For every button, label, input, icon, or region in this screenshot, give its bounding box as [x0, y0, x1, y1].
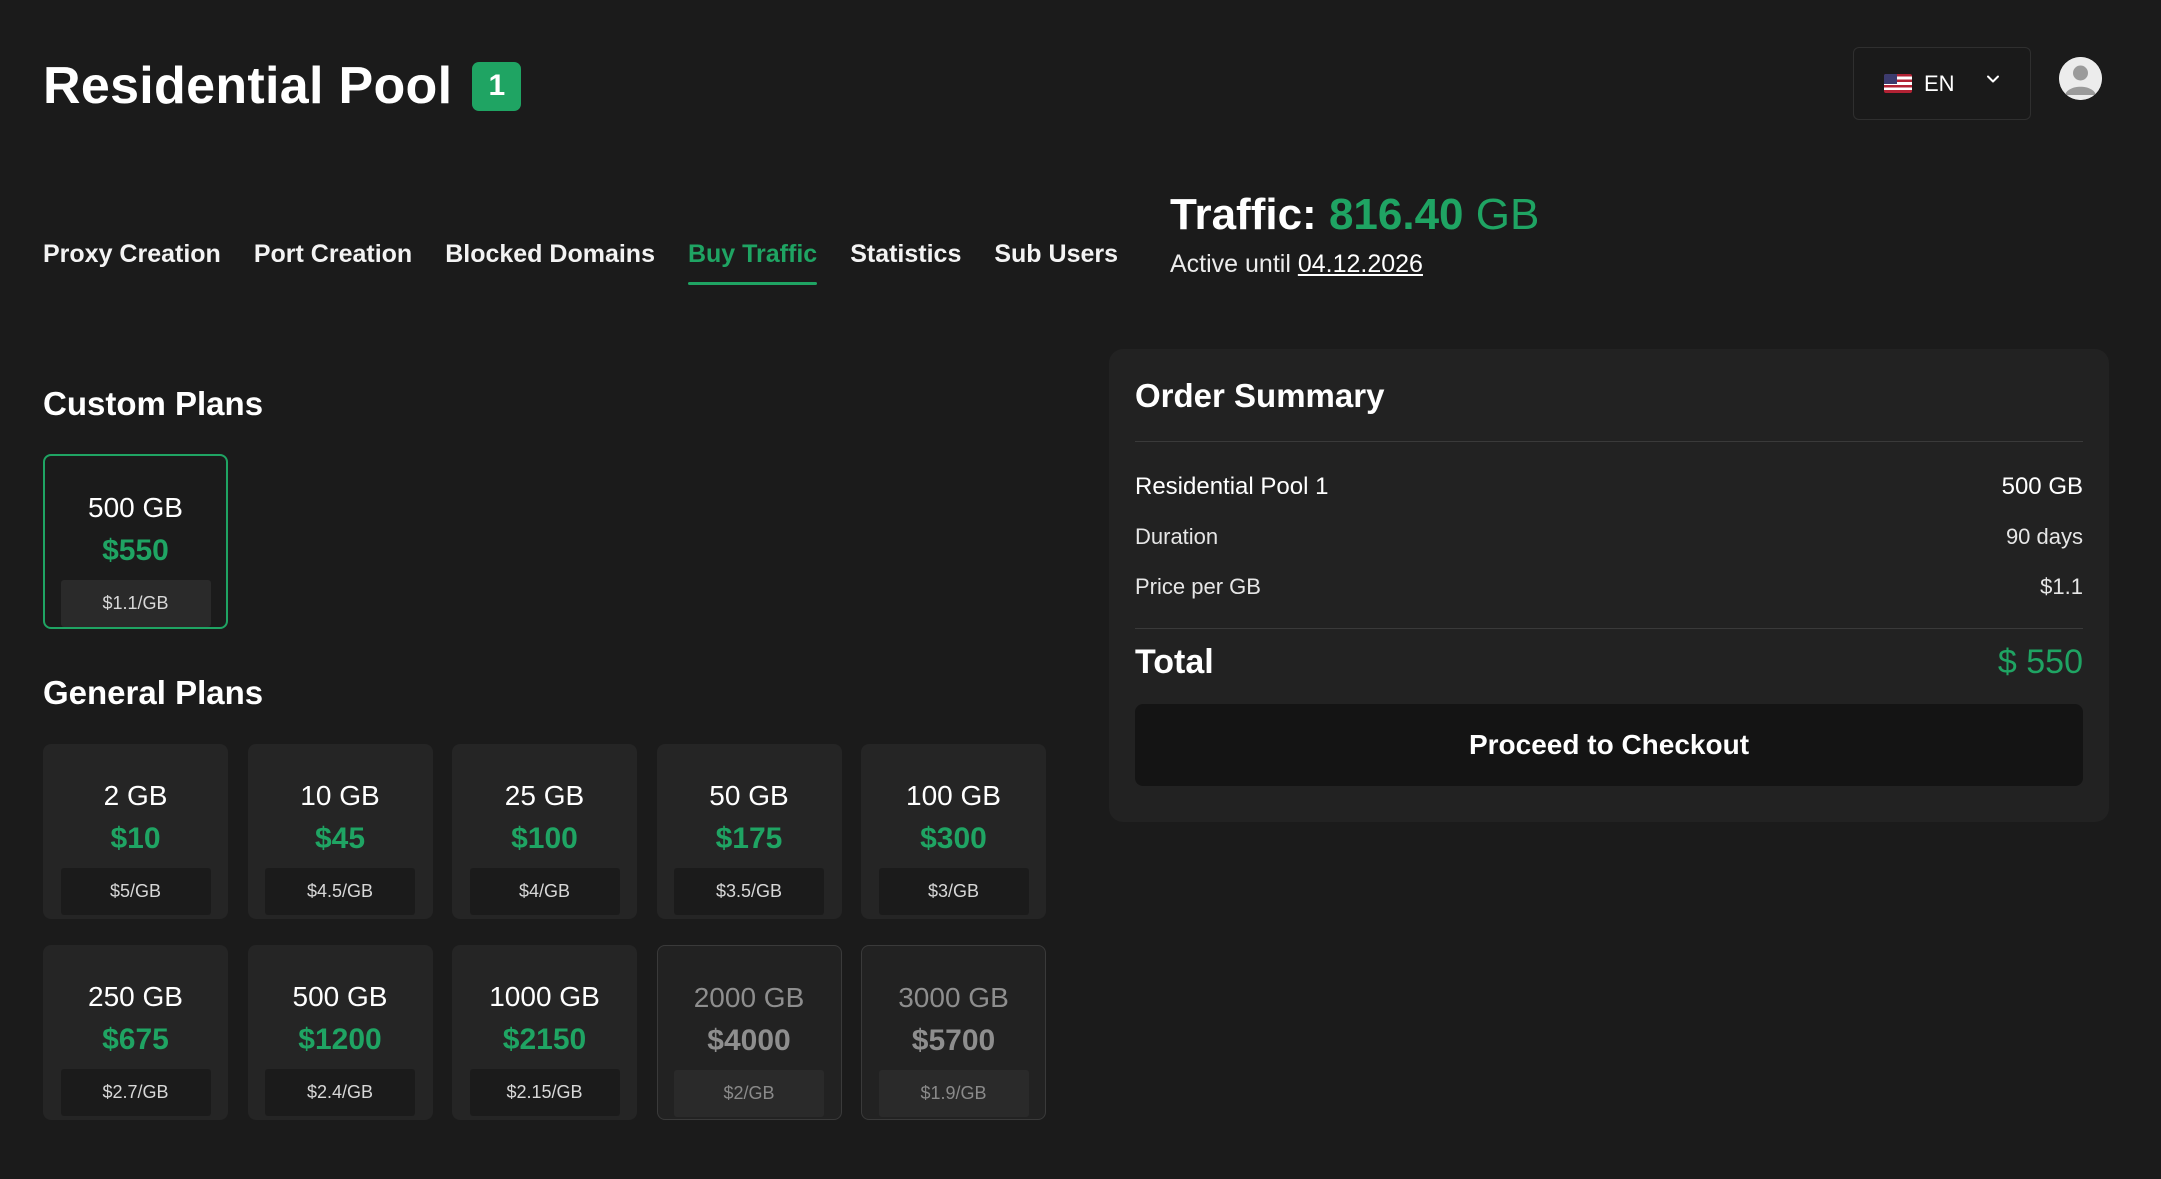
pool-number-badge: 1: [472, 61, 522, 111]
plan-price-per-gb: $2.7/GB: [60, 1069, 211, 1116]
traffic-info: Traffic: 816.40 GB Active until 04.12.20…: [1170, 190, 1539, 279]
general-plans-title: General Plans: [43, 674, 264, 711]
plan-price: $45: [314, 822, 366, 855]
summary-total-row: Total $ 550: [1135, 643, 2083, 682]
active-until-date[interactable]: 04.12.2026: [1298, 250, 1423, 278]
plan-price: $4000: [707, 1024, 791, 1057]
general-plan-card[interactable]: 10 GB $45 $4.5/GB: [247, 744, 433, 919]
plan-size: 500 GB: [292, 981, 388, 1012]
order-summary-panel: Order Summary Residential Pool 1 500 GB …: [1109, 349, 2109, 822]
custom-plans-title: Custom Plans: [43, 385, 264, 422]
user-avatar-icon[interactable]: [2059, 57, 2102, 100]
general-plan-card: 2000 GB $4000 $2/GB: [656, 945, 842, 1120]
tab-proxy-creation[interactable]: Proxy Creation: [43, 240, 221, 285]
summary-value: 500 GB: [2001, 473, 2083, 500]
plan-price-per-gb: $1.1/GB: [60, 580, 211, 627]
plan-price: $5700: [911, 1024, 996, 1057]
summary-label: Residential Pool 1: [1135, 473, 1329, 500]
general-plan-card[interactable]: 2 GB $10 $5/GB: [43, 744, 228, 919]
plan-size: 2 GB: [103, 780, 168, 811]
buy-traffic-page: Residential Pool 1 EN Proxy Creation Por…: [0, 0, 2161, 1179]
plan-price: $300: [920, 822, 987, 855]
language-label: EN: [1924, 70, 1955, 96]
summary-label: Duration: [1135, 524, 1219, 549]
summary-row-price-per-gb: Price per GB $1.1: [1135, 562, 2083, 612]
divider: [1135, 628, 2083, 629]
general-plan-card[interactable]: 500 GB $1200 $2.4/GB: [247, 945, 433, 1120]
plan-size: 10 GB: [300, 780, 380, 811]
tab-blocked-domains[interactable]: Blocked Domains: [445, 240, 655, 285]
summary-label: Price per GB: [1135, 574, 1261, 599]
language-select[interactable]: EN: [1853, 47, 2031, 120]
summary-row-duration: Duration 90 days: [1135, 512, 2083, 562]
total-value: $ 550: [1997, 643, 2083, 681]
tab-statistics[interactable]: Statistics: [850, 240, 961, 285]
general-plan-card[interactable]: 100 GB $300 $3/GB: [861, 744, 1046, 919]
summary-value: $1.1: [2040, 574, 2083, 599]
traffic-value: 816.40: [1328, 190, 1464, 239]
plan-price-per-gb: $2/GB: [674, 1070, 824, 1117]
chevron-down-icon: [1987, 75, 1999, 83]
page-title: Residential Pool: [43, 57, 453, 115]
section-tabs: Proxy Creation Port Creation Blocked Dom…: [43, 240, 1118, 285]
plan-price: $550: [102, 534, 169, 567]
plan-size: 2000 GB: [693, 982, 805, 1013]
plan-price-per-gb: $2.15/GB: [469, 1069, 620, 1116]
traffic-label: Traffic:: [1170, 190, 1317, 239]
plan-size: 25 GB: [504, 780, 585, 811]
plan-price: $1200: [298, 1023, 382, 1056]
plan-price-per-gb: $4.5/GB: [265, 868, 415, 915]
active-until: Active until 04.12.2026: [1170, 250, 1539, 279]
traffic-line: Traffic: 816.40 GB: [1170, 190, 1539, 240]
tab-buy-traffic[interactable]: Buy Traffic: [687, 240, 818, 285]
summary-row-plan: Residential Pool 1 500 GB: [1135, 462, 2083, 512]
plan-size: 3000 GB: [898, 982, 1009, 1013]
active-until-label: Active until: [1170, 250, 1291, 278]
plan-price: $675: [102, 1023, 169, 1056]
plan-price: $2150: [502, 1023, 587, 1056]
plan-price-per-gb: $3/GB: [878, 868, 1029, 915]
us-flag-icon: [1884, 74, 1912, 93]
custom-plan-card[interactable]: 500 GB $550 $1.1/GB: [43, 454, 228, 629]
page-header: Residential Pool 1: [43, 56, 522, 116]
tab-sub-users[interactable]: Sub Users: [994, 240, 1118, 285]
plan-size: 100 GB: [906, 780, 1001, 811]
plan-price-per-gb: $3.5/GB: [674, 868, 824, 915]
plan-size: 250 GB: [88, 981, 183, 1012]
general-plan-card: 3000 GB $5700 $1.9/GB: [861, 945, 1046, 1120]
plan-size: 50 GB: [709, 780, 789, 811]
plan-price-per-gb: $1.9/GB: [878, 1070, 1029, 1117]
tab-port-creation[interactable]: Port Creation: [254, 240, 412, 285]
plan-size: 1000 GB: [489, 981, 600, 1012]
divider: [1135, 441, 2083, 442]
summary-value: 90 days: [2005, 524, 2083, 549]
total-label: Total: [1135, 643, 1214, 681]
proceed-to-checkout-button[interactable]: Proceed to Checkout: [1135, 704, 2083, 786]
plan-price-per-gb: $5/GB: [60, 868, 211, 915]
plan-price: $100: [511, 822, 578, 855]
plan-price: $10: [110, 822, 161, 855]
general-plan-card[interactable]: 50 GB $175 $3.5/GB: [656, 744, 842, 919]
plan-price-per-gb: $2.4/GB: [265, 1069, 415, 1116]
general-plan-card[interactable]: 25 GB $100 $4/GB: [452, 744, 637, 919]
plan-size: 500 GB: [88, 492, 183, 523]
general-plan-card[interactable]: 250 GB $675 $2.7/GB: [43, 945, 228, 1120]
general-plan-card[interactable]: 1000 GB $2150 $2.15/GB: [452, 945, 637, 1120]
order-summary-title: Order Summary: [1135, 377, 1385, 414]
plan-price: $175: [715, 822, 783, 855]
plan-price-per-gb: $4/GB: [469, 868, 620, 915]
traffic-unit: GB: [1475, 190, 1540, 239]
